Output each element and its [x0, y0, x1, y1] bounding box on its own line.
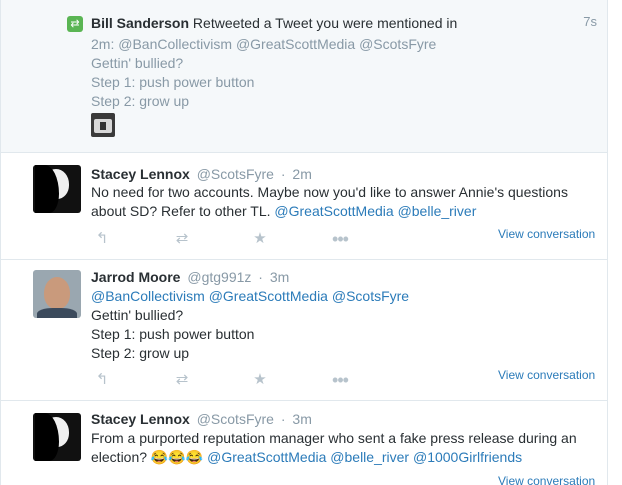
- author-name[interactable]: Stacey Lennox: [91, 166, 190, 182]
- retweet-notification[interactable]: ⇄ Bill Sanderson Retweeted a Tweet you w…: [1, 0, 607, 153]
- more-icon[interactable]: •••: [329, 371, 351, 389]
- author-name[interactable]: Jarrod Moore: [91, 269, 180, 285]
- favorite-icon[interactable]: ★: [249, 371, 271, 389]
- tweet-time[interactable]: 3m: [270, 269, 289, 285]
- timeline: ⇄ Bill Sanderson Retweeted a Tweet you w…: [0, 0, 608, 485]
- retweet-icon[interactable]: ⇄: [171, 371, 193, 389]
- tweet[interactable]: Stacey Lennox @ScotsFyre · 3m From a pur…: [1, 401, 607, 485]
- tweet-text-line: election? 😂😂😂 @GreatScottMedia @belle_ri…: [91, 448, 601, 467]
- notification-action-text: Retweeted a Tweet you were mentioned in: [192, 15, 458, 31]
- avatar[interactable]: [33, 413, 81, 461]
- tweet-header: Stacey Lennox @ScotsFyre · 2m: [91, 165, 312, 183]
- tweet-text-line: Step 2: grow up: [91, 345, 190, 361]
- reply-icon[interactable]: ↰: [91, 230, 113, 248]
- tweet-text-line: From a purported reputation manager who …: [91, 430, 577, 446]
- tweet[interactable]: Stacey Lennox @ScotsFyre · 2m No need fo…: [1, 153, 607, 260]
- tweet-time[interactable]: 2m: [292, 166, 311, 182]
- tweet-time[interactable]: 3m: [292, 411, 311, 427]
- separator-dot: ·: [280, 411, 286, 427]
- avatar[interactable]: [33, 165, 81, 213]
- tweet-text-line: Step 1: push power button: [91, 326, 255, 342]
- tweet-actions: ↰ ⇄ ★ •••: [91, 230, 371, 248]
- mention-link[interactable]: @ScotsFyre: [332, 288, 409, 304]
- quoted-mention-line: 2m: @BanCollectivism @GreatScottMedia @S…: [91, 35, 591, 54]
- tweet-text-fragment: about SD? Refer to other TL.: [91, 203, 275, 219]
- avatar[interactable]: [33, 270, 81, 318]
- tweet-text: @BanCollectivism @GreatScottMedia @Scots…: [91, 287, 601, 363]
- separator-dot: ·: [258, 269, 263, 285]
- reply-icon[interactable]: ↰: [91, 371, 113, 389]
- notification-actor[interactable]: Bill Sanderson: [91, 15, 189, 31]
- tweet-mention-line: @BanCollectivism @GreatScottMedia @Scots…: [91, 287, 601, 306]
- favorite-icon[interactable]: ★: [249, 230, 271, 248]
- separator-dot: ·: [280, 166, 286, 182]
- quoted-time-prefix: 2m:: [91, 36, 115, 52]
- tweet-text-fragment: election? 😂😂😂: [91, 449, 208, 465]
- mention-link[interactable]: @BanCollectivism: [91, 288, 205, 304]
- mention-link[interactable]: @GreatScottMedia: [209, 288, 328, 304]
- tweet-text-line: about SD? Refer to other TL. @GreatScott…: [91, 202, 601, 221]
- view-conversation-link[interactable]: View conversation: [498, 368, 595, 382]
- notification-time: 7s: [583, 14, 597, 29]
- tweet-actions: ↰ ⇄ ★ •••: [91, 371, 371, 389]
- more-icon[interactable]: •••: [329, 230, 351, 248]
- quoted-media-thumbnail[interactable]: [91, 113, 115, 137]
- retweet-icon[interactable]: ⇄: [171, 230, 193, 248]
- mention-link[interactable]: @1000Girlfriends: [413, 449, 522, 465]
- author-handle[interactable]: @ScotsFyre: [197, 411, 274, 427]
- tweet-text: No need for two accounts. Maybe now you'…: [91, 183, 601, 221]
- quoted-mention[interactable]: @GreatScottMedia: [236, 36, 355, 52]
- tweet-header: Stacey Lennox @ScotsFyre · 3m: [91, 410, 312, 428]
- quoted-line: Gettin' bullied?: [91, 55, 184, 71]
- author-handle[interactable]: @ScotsFyre: [197, 166, 274, 182]
- quoted-mention[interactable]: @BanCollectivism: [118, 36, 232, 52]
- quoted-line: Step 2: grow up: [91, 93, 190, 109]
- mention-link[interactable]: @belle_river: [398, 203, 477, 219]
- quoted-tweet[interactable]: 2m: @BanCollectivism @GreatScottMedia @S…: [91, 35, 591, 111]
- author-handle[interactable]: @gtg991z: [187, 269, 251, 285]
- view-conversation-link[interactable]: View conversation: [498, 474, 595, 485]
- tweet-text-line: Gettin' bullied?: [91, 307, 184, 323]
- author-name[interactable]: Stacey Lennox: [91, 411, 190, 427]
- quoted-line: Step 1: push power button: [91, 74, 255, 90]
- tweet-text-line: No need for two accounts. Maybe now you'…: [91, 184, 568, 200]
- tweet[interactable]: Jarrod Moore @gtg991z · 3m @BanCollectiv…: [1, 260, 607, 401]
- quoted-mention[interactable]: @ScotsFyre: [359, 36, 436, 52]
- mention-link[interactable]: @belle_river: [330, 449, 409, 465]
- mention-link[interactable]: @GreatScottMedia: [207, 449, 326, 465]
- mention-link[interactable]: @GreatScottMedia: [274, 203, 393, 219]
- retweet-icon: ⇄: [67, 16, 83, 32]
- tweet-header: Jarrod Moore @gtg991z · 3m: [91, 268, 289, 286]
- view-conversation-link[interactable]: View conversation: [498, 227, 595, 241]
- notification-header: Bill Sanderson Retweeted a Tweet you wer…: [91, 14, 457, 32]
- tweet-text: From a purported reputation manager who …: [91, 429, 601, 467]
